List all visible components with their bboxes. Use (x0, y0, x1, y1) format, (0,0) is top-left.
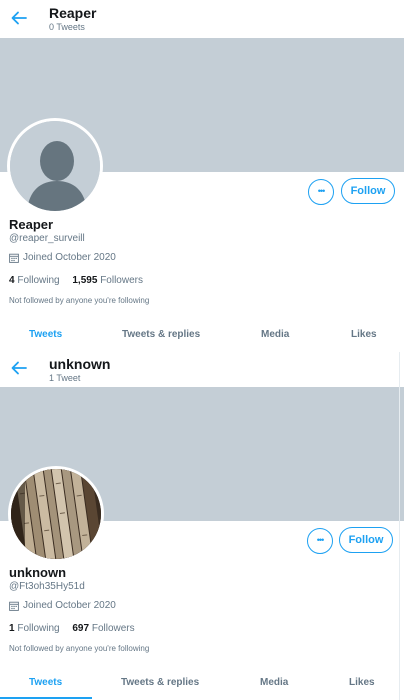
profile-card-reaper: Reaper 0 Tweets ••• Follow Reaper @reape… (0, 0, 404, 350)
column-border (399, 352, 400, 700)
profile-card-unknown: unknown 1 Tweet ••• Follow unknown @Ft3o… (0, 350, 404, 700)
followers-count: 1,595 (72, 275, 98, 286)
following-count: 1 (9, 623, 15, 634)
not-followed-note: Not followed by anyone you're following (9, 644, 150, 653)
not-followed-note: Not followed by anyone you're following (9, 296, 150, 305)
avatar[interactable] (7, 118, 103, 214)
following-label: Following (17, 275, 60, 286)
back-arrow-icon[interactable] (11, 11, 27, 25)
avatar[interactable] (8, 466, 104, 562)
follow-counts: 4 Following 1,595 Followers (9, 275, 143, 286)
more-options-button[interactable]: ••• (308, 179, 334, 205)
calendar-icon (9, 253, 19, 263)
join-date: Joined October 2020 (9, 600, 116, 611)
followers-count: 697 (72, 623, 90, 634)
tab-likes[interactable]: Likes (349, 677, 375, 688)
followers-label: Followers (91, 623, 135, 634)
following-count: 4 (9, 275, 15, 286)
tab-likes[interactable]: Likes (351, 329, 377, 340)
profile-header-name: unknown (49, 356, 111, 372)
profile-header: Reaper 0 Tweets (0, 0, 404, 38)
join-date: Joined October 2020 (9, 252, 116, 263)
follow-button[interactable]: Follow (341, 178, 395, 204)
follow-button[interactable]: Follow (339, 527, 393, 553)
active-tab-indicator (0, 697, 92, 699)
tab-media[interactable]: Media (261, 329, 289, 340)
followers-link[interactable]: 1,595 Followers (72, 275, 143, 286)
profile-tabs: Tweets Tweets & replies Media Likes (0, 677, 404, 699)
followers-label: Followers (100, 275, 143, 286)
follow-counts: 1 Following 697 Followers (9, 623, 135, 634)
back-arrow-icon[interactable] (11, 361, 27, 375)
default-avatar-icon (10, 121, 100, 211)
more-options-button[interactable]: ••• (307, 528, 333, 554)
display-name: Reaper (9, 217, 54, 232)
profile-header-name: Reaper (49, 5, 97, 21)
display-name: unknown (9, 565, 67, 580)
join-date-text: Joined October 2020 (23, 252, 116, 263)
tab-tweets[interactable]: Tweets (29, 329, 62, 340)
tab-media[interactable]: Media (260, 677, 288, 688)
tweet-count: 0 Tweets (49, 22, 85, 32)
followers-link[interactable]: 697 Followers (72, 623, 134, 634)
tab-tweets-and-replies[interactable]: Tweets & replies (122, 329, 200, 340)
tweet-count: 1 Tweet (49, 373, 81, 383)
following-link[interactable]: 1 Following (9, 623, 60, 634)
calendar-icon (9, 601, 19, 611)
join-date-text: Joined October 2020 (23, 600, 116, 611)
tab-tweets[interactable]: Tweets (29, 677, 62, 688)
user-handle: @Ft3oh35Hy51d (9, 581, 85, 592)
books-photo-avatar (11, 469, 101, 559)
tab-tweets-and-replies[interactable]: Tweets & replies (121, 677, 199, 688)
following-link[interactable]: 4 Following (9, 275, 60, 286)
profile-tabs: Tweets Tweets & replies Media Likes (0, 329, 404, 350)
profile-header: unknown 1 Tweet (0, 350, 404, 388)
following-label: Following (17, 623, 60, 634)
user-handle: @reaper_surveill (9, 233, 85, 244)
